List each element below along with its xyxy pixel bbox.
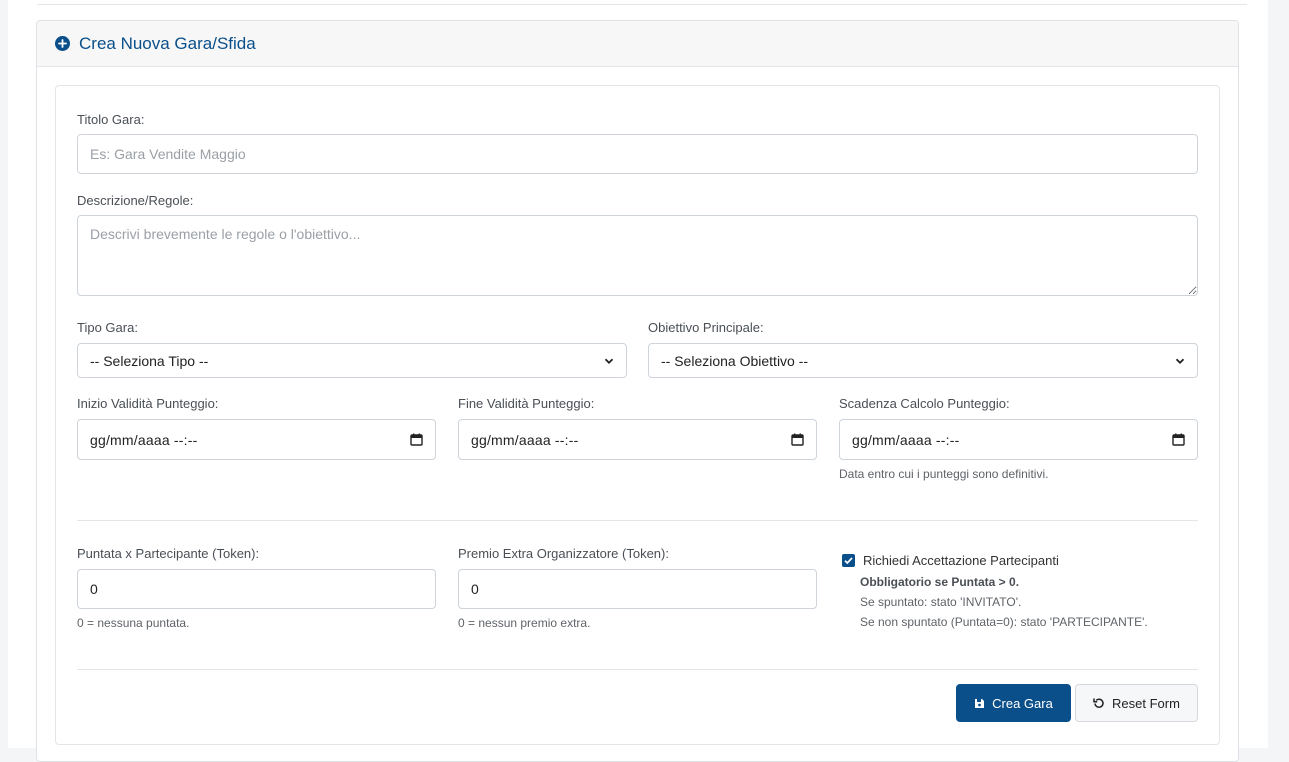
bonus-input[interactable] [458, 569, 817, 609]
acceptance-checkbox[interactable] [842, 554, 855, 567]
chevron-down-icon [1175, 358, 1185, 364]
stake-help-text: 0 = nessuna puntata. [77, 616, 190, 630]
deadline-date-input[interactable]: gg/mm/aaaa --:-- [839, 419, 1198, 460]
acceptance-note-unchecked: Se non spuntato (Puntata=0): stato 'PART… [860, 615, 1148, 629]
create-race-button-label: Crea Gara [992, 695, 1053, 711]
save-icon [975, 698, 985, 708]
card-title: Crea Nuova Gara/Sfida [79, 33, 256, 53]
stake-input[interactable] [77, 569, 436, 609]
deadline-help-text: Data entro cui i punteggi sono definitiv… [839, 467, 1049, 481]
bonus-label: Premio Extra Organizzatore (Token): [458, 546, 669, 561]
reset-form-button[interactable]: Reset Form [1075, 684, 1198, 722]
chevron-down-icon [604, 358, 614, 364]
title-label: Titolo Gara: [77, 112, 145, 127]
calendar-icon[interactable] [1172, 433, 1185, 446]
footer-divider [77, 669, 1198, 670]
deadline-date-label: Scadenza Calcolo Punteggio: [839, 396, 1010, 411]
acceptance-label[interactable]: Richiedi Accettazione Partecipanti [863, 553, 1059, 568]
objective-select-value: -- Seleziona Obiettivo -- [661, 352, 809, 369]
start-date-input[interactable]: gg/mm/aaaa --:-- [77, 419, 436, 460]
calendar-icon[interactable] [791, 433, 804, 446]
description-textarea[interactable] [77, 215, 1198, 296]
objective-select[interactable]: -- Seleziona Obiettivo -- [648, 343, 1198, 378]
end-date-value: gg/mm/aaaa --:-- [471, 431, 579, 448]
plus-circle-icon [55, 36, 70, 51]
title-input[interactable] [77, 134, 1198, 174]
section-divider [77, 520, 1198, 521]
objective-label: Obiettivo Principale: [648, 320, 764, 335]
deadline-date-value: gg/mm/aaaa --:-- [852, 431, 960, 448]
form-panel: Titolo Gara: Descrizione/Regole: Tipo Ga… [55, 85, 1220, 745]
type-select-value: -- Seleziona Tipo -- [90, 352, 209, 369]
description-label: Descrizione/Regole: [77, 193, 194, 208]
card-header: Crea Nuova Gara/Sfida [37, 21, 1238, 67]
create-race-card: Crea Nuova Gara/Sfida Titolo Gara: Descr… [36, 20, 1239, 762]
acceptance-note-checked: Se spuntato: stato 'INVITATO'. [860, 595, 1022, 609]
stake-label: Puntata x Partecipante (Token): [77, 546, 260, 561]
type-select[interactable]: -- Seleziona Tipo -- [77, 343, 627, 378]
top-divider [37, 4, 1247, 5]
end-date-label: Fine Validità Punteggio: [458, 396, 595, 411]
check-icon [844, 557, 853, 565]
bonus-help-text: 0 = nessun premio extra. [458, 616, 591, 630]
undo-icon [1093, 698, 1104, 709]
calendar-icon[interactable] [410, 433, 423, 446]
end-date-input[interactable]: gg/mm/aaaa --:-- [458, 419, 817, 460]
reset-form-button-label: Reset Form [1112, 695, 1180, 711]
page: Crea Nuova Gara/Sfida Titolo Gara: Descr… [8, 0, 1268, 762]
start-date-value: gg/mm/aaaa --:-- [90, 431, 198, 448]
create-race-button[interactable]: Crea Gara [956, 684, 1071, 722]
type-label: Tipo Gara: [77, 320, 138, 335]
start-date-label: Inizio Validità Punteggio: [77, 396, 219, 411]
acceptance-note-required: Obbligatorio se Puntata > 0. [860, 575, 1020, 589]
